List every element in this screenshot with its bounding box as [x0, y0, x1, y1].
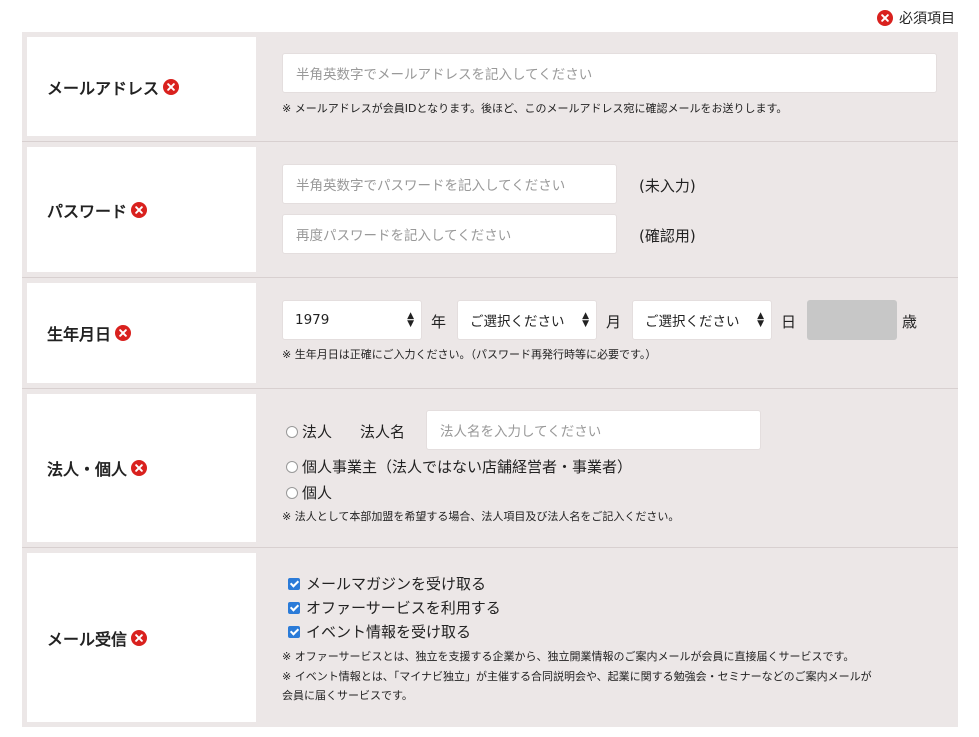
email-input[interactable]: 半角英数字でメールアドレスを記入してください — [282, 53, 937, 93]
birthdate-row: 生年月日 1979 ▲ ▼ 年 ご選択ください ▲ ▼ 月 ご選択ください ▲ ▼ 日… — [22, 278, 958, 388]
entity-label: 法人・個人 — [47, 460, 128, 479]
check-event-label: イベント情報を受け取る — [306, 623, 472, 641]
password-input[interactable]: 半角英数字でパスワードを記入してください — [282, 164, 617, 204]
required-icon — [115, 325, 132, 341]
radio-button[interactable] — [286, 460, 298, 473]
day-value: ご選択ください — [645, 314, 740, 330]
password-confirm-status: (確認用) — [639, 227, 696, 245]
mail-row: メール受信 メールマガジンを受け取る オファーサービスを利用する イベント情報を… — [22, 548, 958, 727]
required-icon — [131, 629, 148, 646]
email-label: メールアドレス — [47, 78, 160, 98]
age-display — [807, 300, 897, 340]
entity-label-cell: 法人・個人 — [27, 394, 256, 542]
day-unit: 日 — [781, 313, 797, 331]
birthdate-label: 生年月日 — [47, 325, 112, 344]
select-arrows-icon: ▲ ▼ — [582, 311, 589, 329]
radio-sole-label: 個人事業主（法人ではない店舗経営者・事業者） — [302, 458, 633, 476]
password-status: (未入力) — [639, 177, 696, 195]
check-magazine[interactable]: メールマガジンを受け取る — [288, 573, 486, 594]
select-arrows-icon: ▲ ▼ — [407, 311, 414, 329]
radio-button[interactable] — [286, 425, 298, 438]
password-label-cell: パスワード — [27, 147, 256, 272]
required-legend-label: 必須項目 — [899, 11, 955, 27]
select-arrows-icon: ▲ ▼ — [757, 311, 764, 329]
checkbox-checked[interactable] — [288, 577, 300, 590]
year-select[interactable]: 1979 ▲ ▼ — [282, 300, 422, 340]
check-magazine-label: メールマガジンを受け取る — [306, 575, 487, 593]
mail-label: メール受信 — [47, 629, 128, 649]
radio-corp-label: 法人 — [302, 423, 333, 441]
entity-row: 法人・個人 法人 法人名 法人名を入力してください 個人事業主（法人ではない店舗… — [22, 389, 958, 547]
required-icon — [877, 10, 893, 26]
corp-name-input[interactable]: 法人名を入力してください — [426, 410, 761, 450]
password-confirm-input[interactable]: 再度パスワードを記入してください — [282, 214, 617, 254]
birthdate-label-cell: 生年月日 — [27, 283, 256, 383]
birthdate-note: ※ 生年月日は正確にご入力ください。（パスワード再発行時等に必要です。） — [282, 348, 657, 361]
radio-corp[interactable]: 法人 — [286, 421, 332, 442]
month-select[interactable]: ご選択ください ▲ ▼ — [457, 300, 597, 340]
age-unit: 歳 — [902, 313, 918, 331]
mail-note-event: ※ イベント情報とは、「マイナビ独立」が主催する合同説明会や、起業に関する勉強会… — [282, 670, 872, 683]
day-select[interactable]: ご選択ください ▲ ▼ — [632, 300, 772, 340]
check-offer[interactable]: オファーサービスを利用する — [288, 597, 501, 618]
entity-note: ※ 法人として本部加盟を希望する場合、法人項目及び法人名をご記入ください。 — [282, 510, 680, 523]
email-row: メールアドレス 半角英数字でメールアドレスを記入してください ※ メールアドレス… — [22, 32, 958, 141]
registration-form: メールアドレス 半角英数字でメールアドレスを記入してください ※ メールアドレス… — [22, 32, 958, 727]
radio-individual-label: 個人 — [302, 484, 333, 502]
required-icon — [163, 78, 180, 95]
password-row: パスワード 半角英数字でパスワードを記入してください (未入力) 再度パスワード… — [22, 142, 958, 277]
mail-note-offer: ※ オファーサービスとは、独立を支援する企業から、独立開業情報のご案内メールが会… — [282, 650, 855, 663]
year-value: 1979 — [295, 312, 330, 328]
check-offer-label: オファーサービスを利用する — [306, 599, 501, 617]
radio-button[interactable] — [286, 486, 298, 499]
corp-name-label: 法人名 — [360, 423, 406, 441]
mail-note-event-cont: 会員に届くサービスです。 — [282, 689, 413, 702]
required-icon — [131, 201, 148, 218]
checkbox-checked[interactable] — [288, 625, 300, 638]
email-note: ※ メールアドレスが会員IDとなります。後ほど、このメールアドレス宛に確認メール… — [282, 102, 788, 115]
radio-sole-proprietor[interactable]: 個人事業主（法人ではない店舗経営者・事業者） — [286, 456, 632, 477]
month-unit: 月 — [606, 313, 622, 331]
required-icon — [131, 460, 148, 476]
year-unit: 年 — [431, 313, 447, 331]
password-label: パスワード — [47, 201, 128, 221]
required-legend: 必須項目 — [877, 8, 955, 28]
mail-label-cell: メール受信 — [27, 553, 256, 722]
radio-individual[interactable]: 個人 — [286, 482, 332, 503]
email-label-cell: メールアドレス — [27, 37, 256, 136]
check-event[interactable]: イベント情報を受け取る — [288, 621, 471, 642]
checkbox-checked[interactable] — [288, 601, 300, 614]
month-value: ご選択ください — [470, 314, 565, 330]
